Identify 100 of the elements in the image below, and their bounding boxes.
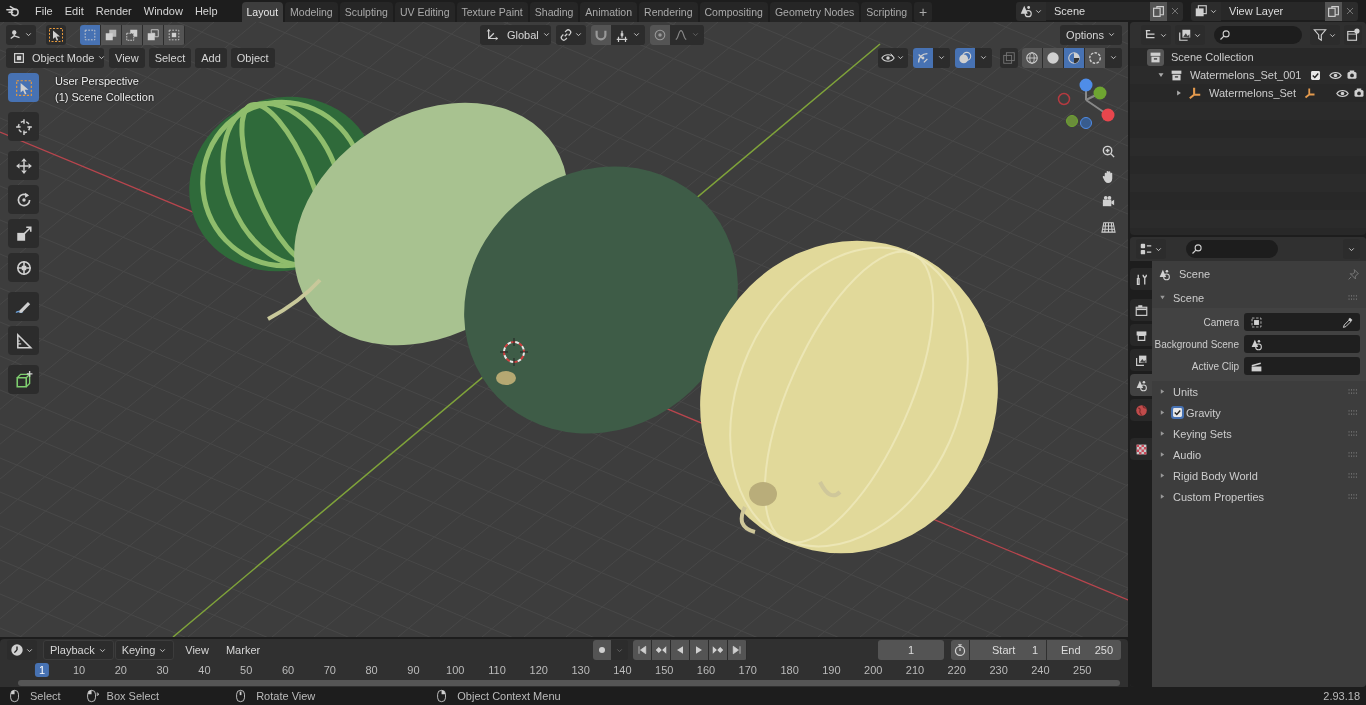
current-frame-marker[interactable]: 1 <box>34 663 50 677</box>
start-frame-field[interactable]: Start 1 <box>970 640 1046 660</box>
workspace-tab[interactable]: Scripting <box>861 2 913 22</box>
shading-mode-button[interactable] <box>1085 47 1105 68</box>
measure-tool[interactable] <box>8 326 39 355</box>
play-reverse-button[interactable] <box>671 640 690 660</box>
disclosure-triangle[interactable] <box>1158 387 1167 396</box>
disclosure-triangle[interactable] <box>1158 471 1167 480</box>
menu-item[interactable]: Help <box>188 1 224 21</box>
xray-toggle[interactable] <box>1000 47 1018 68</box>
select-mode-button[interactable] <box>143 24 163 45</box>
properties-tab[interactable] <box>1130 374 1152 396</box>
display-mode-dropdown[interactable] <box>1175 25 1205 45</box>
remove-button[interactable] <box>1167 1 1183 21</box>
view-layer-selector[interactable] <box>1191 1 1221 21</box>
select-mode-button[interactable] <box>101 24 121 45</box>
menu-button[interactable]: Add <box>195 47 227 68</box>
shading-mode-button[interactable] <box>1064 47 1084 68</box>
transform-orientation-dropdown[interactable]: Global <box>480 24 551 45</box>
shading-mode-button[interactable] <box>1043 47 1063 68</box>
next-keyframe-button[interactable] <box>709 640 728 660</box>
navigation-gizmo[interactable] <box>1057 78 1115 129</box>
scene-name-field[interactable]: Scene <box>1046 2 1150 20</box>
properties-tab[interactable] <box>1130 268 1152 290</box>
annotate-tool[interactable] <box>8 292 39 321</box>
filter-dropdown[interactable] <box>1310 25 1340 45</box>
record-button[interactable] <box>593 640 612 660</box>
previous-keyframe-button[interactable] <box>652 640 671 660</box>
menu-button[interactable]: View <box>109 47 145 68</box>
menu-button[interactable]: Select <box>148 47 192 68</box>
menu-item[interactable]: Render <box>89 1 138 21</box>
properties-tab[interactable] <box>1130 438 1152 460</box>
snap-toggle[interactable] <box>591 24 611 45</box>
add-workspace-button[interactable]: + <box>914 2 933 22</box>
shading-mode-button[interactable] <box>1022 47 1042 68</box>
eyedropper-icon[interactable] <box>1341 315 1354 329</box>
view-layer-name-field[interactable]: View Layer <box>1221 2 1325 20</box>
workspace-tab[interactable]: Animation <box>580 2 638 22</box>
disclosure-triangle[interactable] <box>1158 293 1167 302</box>
properties-tab[interactable] <box>1130 324 1152 346</box>
options-dropdown[interactable]: Options <box>1060 24 1122 45</box>
duplicate-button[interactable] <box>1325 1 1342 21</box>
blender-logo-icon[interactable] <box>6 4 20 18</box>
search-field[interactable] <box>1186 240 1278 258</box>
proportional-editing-toggle[interactable] <box>650 24 670 45</box>
cursor-tool[interactable] <box>8 112 39 141</box>
mode-dropdown[interactable]: Object Mode <box>6 47 104 68</box>
workspace-tab[interactable]: Rendering <box>639 2 698 22</box>
menu-item[interactable]: File <box>29 1 59 21</box>
visibility-dropdown[interactable] <box>878 47 908 68</box>
menu-item[interactable]: Window <box>137 1 189 21</box>
disclosure-triangle[interactable] <box>1158 429 1167 438</box>
menu-button[interactable]: Object <box>230 47 275 68</box>
active-tool-button[interactable] <box>46 24 66 45</box>
disclosure-triangle[interactable] <box>1158 492 1167 501</box>
remove-button[interactable] <box>1342 1 1358 21</box>
select-box-tool[interactable] <box>8 73 39 102</box>
object-field[interactable] <box>1244 357 1360 375</box>
duplicate-button[interactable] <box>1150 1 1167 21</box>
gizmos-toggle[interactable] <box>913 47 933 68</box>
workspace-tab[interactable]: Texture Paint <box>456 2 528 22</box>
overlays-toggle[interactable] <box>955 47 975 68</box>
end-frame-field[interactable]: End 250 <box>1047 640 1121 660</box>
workspace-tab[interactable]: Shading <box>529 2 579 22</box>
editor-type-button[interactable] <box>7 640 37 660</box>
workspace-tab[interactable]: Geometry Nodes <box>769 2 860 22</box>
outliner-item[interactable]: Watermelons_Set <box>1209 87 1297 99</box>
editor-type-button[interactable] <box>1141 25 1171 45</box>
menu-button[interactable]: View <box>179 640 215 660</box>
disclosure-triangle[interactable] <box>1158 408 1167 417</box>
menu-button[interactable]: Marker <box>219 640 267 660</box>
rotate-tool[interactable] <box>8 185 39 214</box>
jump-to-end-button[interactable] <box>728 640 747 660</box>
select-mode-button[interactable] <box>164 24 184 45</box>
new-collection-button[interactable] <box>1344 25 1362 45</box>
disclosure-triangle[interactable] <box>1158 450 1167 459</box>
menu-item[interactable]: Edit <box>58 1 90 21</box>
checkbox[interactable] <box>1171 406 1184 419</box>
preview-range-toggle[interactable] <box>951 640 969 660</box>
workspace-tab[interactable]: Sculpting <box>339 2 393 22</box>
workspace-tab[interactable]: UV Editing <box>394 2 455 22</box>
search-field[interactable] <box>1214 26 1302 44</box>
jump-to-start-button[interactable] <box>633 640 652 660</box>
select-mode-button[interactable] <box>80 24 100 45</box>
workspace-tab[interactable]: Layout <box>241 2 284 22</box>
editor-type-button[interactable] <box>1136 239 1166 259</box>
camera-icon[interactable] <box>1353 87 1366 99</box>
outliner-item[interactable]: Scene Collection <box>1171 51 1254 63</box>
play-button[interactable] <box>690 640 709 660</box>
outliner-item[interactable]: Watermelons_Set_001 <box>1190 69 1302 81</box>
properties-tab[interactable] <box>1130 349 1152 371</box>
object-field[interactable] <box>1244 313 1360 331</box>
select-mode-button[interactable] <box>122 24 142 45</box>
menu-dropdown[interactable]: Keying <box>114 640 175 660</box>
scene-selector[interactable] <box>1016 1 1046 21</box>
properties-tab[interactable] <box>1130 299 1152 321</box>
move-tool[interactable] <box>8 151 39 180</box>
pivot-point-dropdown[interactable] <box>556 24 586 45</box>
workspace-tab[interactable]: Compositing <box>699 2 768 22</box>
scale-tool[interactable] <box>8 219 39 248</box>
